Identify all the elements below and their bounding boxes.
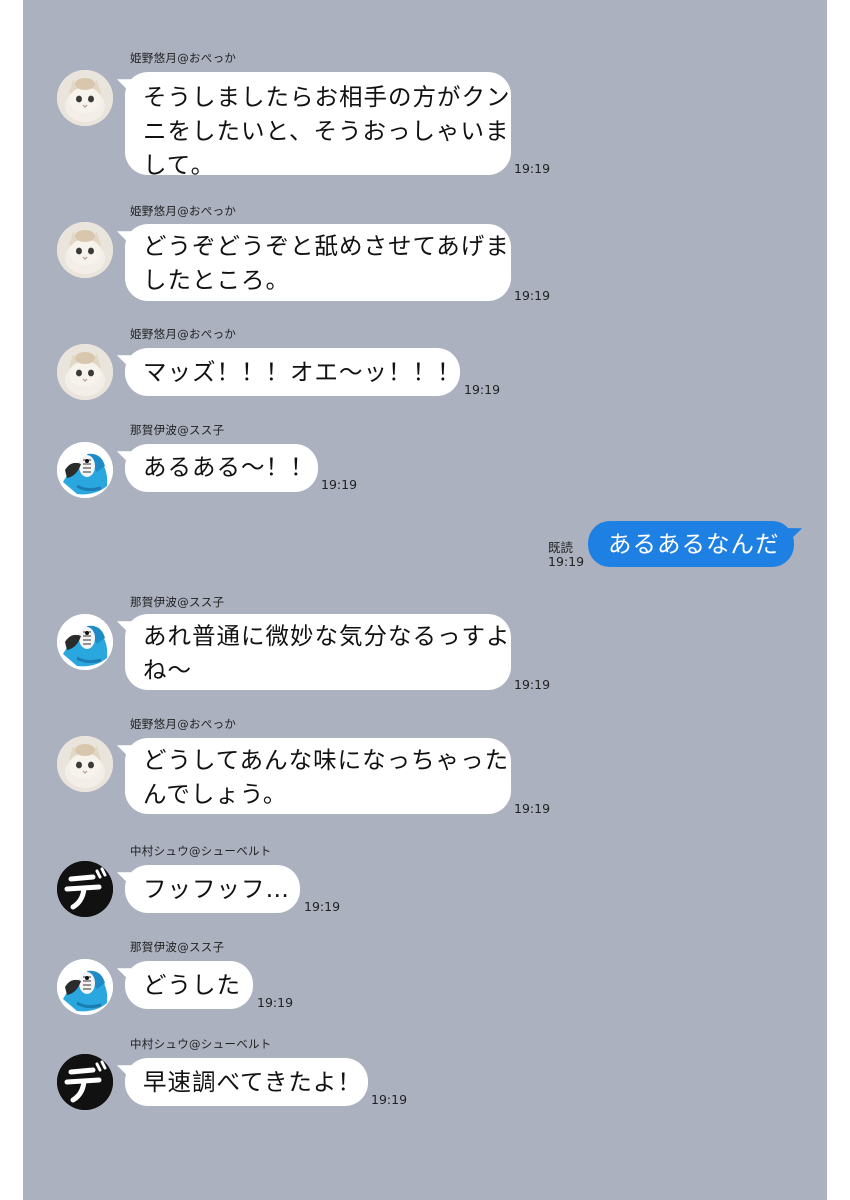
message-bubble[interactable]: あるある〜！！	[125, 444, 318, 492]
read-label: 既読	[548, 540, 574, 555]
message-text-line: ニをしたいと、そうおっしゃいま	[143, 117, 510, 145]
parrot-avatar-icon[interactable]	[57, 614, 113, 670]
message-bubble[interactable]: そうしましたらお相手の方がクン ニをしたいと、そうおっしゃいま して。	[125, 72, 511, 179]
outgoing-message-bubble[interactable]: あるあるなんだ	[588, 521, 794, 567]
message-text-line: そうしましたらお相手の方がクン	[143, 83, 511, 111]
sender-name: 姫野悠月@おぺっか	[130, 717, 237, 731]
message-bubble[interactable]: どうぞどうぞと舐めさせてあげま したところ。	[125, 224, 511, 301]
sender-name: 那賀伊波@スス子	[130, 423, 225, 437]
message-time: 19:19	[304, 899, 341, 914]
sender-name: 姫野悠月@おぺっか	[130, 327, 237, 341]
cat-avatar-icon[interactable]	[57, 344, 113, 400]
message-bubble[interactable]: どうしてあんな味になっちゃった んでしょう。	[125, 738, 511, 814]
outgoing-message-row: 既読 19:19 あるあるなんだ	[23, 520, 827, 575]
cat-avatar-icon[interactable]	[57, 70, 113, 126]
message-time: 19:19	[371, 1092, 408, 1107]
message-text-line: したところ。	[143, 266, 290, 294]
message-bubble[interactable]: 早速調べてきたよ！	[125, 1058, 368, 1106]
message-time: 19:19	[548, 554, 585, 569]
sender-name: 中村シュウ@シューベルト	[130, 1037, 272, 1051]
message-text-line: どうぞどうぞと舐めさせてあげま	[143, 232, 510, 260]
message-row: 姫野悠月@おぺっか どうぞどうぞと舐めさせてあげま したところ。 19:19	[23, 203, 827, 303]
message-text-line: あるある〜！！	[143, 453, 315, 481]
message-row: 姫野悠月@おぺっか そうしましたらお相手の方がクン ニをしたいと、そうおっしゃい…	[23, 50, 827, 180]
message-time: 19:19	[321, 477, 358, 492]
message-text-line: どうしてあんな味になっちゃった	[143, 746, 510, 774]
message-row: 那賀伊波@スス子 あるある〜！！ 19:19	[23, 422, 827, 498]
parrot-avatar-icon[interactable]	[57, 959, 113, 1015]
cat-avatar-icon[interactable]	[57, 222, 113, 278]
message-text-line: あれ普通に微妙な気分なるっすよ	[143, 622, 511, 650]
message-text-line: フッフッフ…	[143, 875, 290, 903]
message-bubble[interactable]: どうした	[125, 961, 253, 1009]
message-bubble[interactable]: フッフッフ…	[125, 865, 300, 913]
message-time: 19:19	[257, 995, 294, 1010]
message-text-line: どうした	[143, 971, 241, 999]
parrot-avatar-icon[interactable]	[57, 442, 113, 498]
message-text-line: マッズ！！！オエ〜ッ！！！	[143, 358, 462, 386]
message-row: 姫野悠月@おぺっか どうしてあんな味になっちゃった んでしょう。 19:19	[23, 716, 827, 816]
sender-name: 那賀伊波@スス子	[130, 940, 225, 954]
chat-view[interactable]: 姫野悠月@おぺっか そうしましたらお相手の方がクン ニをしたいと、そうおっしゃい…	[23, 0, 827, 1200]
sender-name: 姫野悠月@おぺっか	[130, 204, 237, 218]
message-text-line: して。	[143, 151, 216, 179]
read-receipt: 既読 19:19	[548, 541, 584, 569]
sender-name: 中村シュウ@シューベルト	[130, 844, 272, 858]
message-text-line: ね〜	[143, 656, 192, 684]
message-time: 19:19	[514, 161, 551, 176]
message-time: 19:19	[514, 677, 551, 692]
message-row: 那賀伊波@スス子 どうした 19:19	[23, 939, 827, 1015]
message-row: 中村シュウ@シューベルト 早速調べてきたよ！ 19:19	[23, 1036, 827, 1111]
sender-name: 姫野悠月@おぺっか	[130, 51, 237, 65]
sender-name: 那賀伊波@スス子	[130, 595, 225, 609]
message-time: 19:19	[514, 288, 551, 303]
message-bubble[interactable]: マッズ！！！オエ〜ッ！！！	[125, 348, 462, 396]
message-time: 19:19	[464, 382, 501, 397]
message-row: 那賀伊波@スス子 あれ普通に微妙な気分なるっすよ ね〜 19:19	[23, 594, 827, 694]
message-text-line: んでしょう。	[143, 780, 288, 808]
cat-avatar-icon[interactable]	[57, 736, 113, 792]
message-bubble[interactable]: あれ普通に微妙な気分なるっすよ ね〜	[125, 614, 511, 690]
de-avatar-icon[interactable]	[57, 861, 113, 917]
de-avatar-icon[interactable]	[57, 1054, 113, 1110]
message-row: 中村シュウ@シューベルト フッフッフ… 19:19	[23, 843, 827, 918]
message-time: 19:19	[514, 801, 551, 816]
message-row: 姫野悠月@おぺっか マッズ！！！オエ〜ッ！！！ 19:19	[23, 326, 827, 401]
message-text-line: 早速調べてきたよ！	[143, 1068, 362, 1096]
